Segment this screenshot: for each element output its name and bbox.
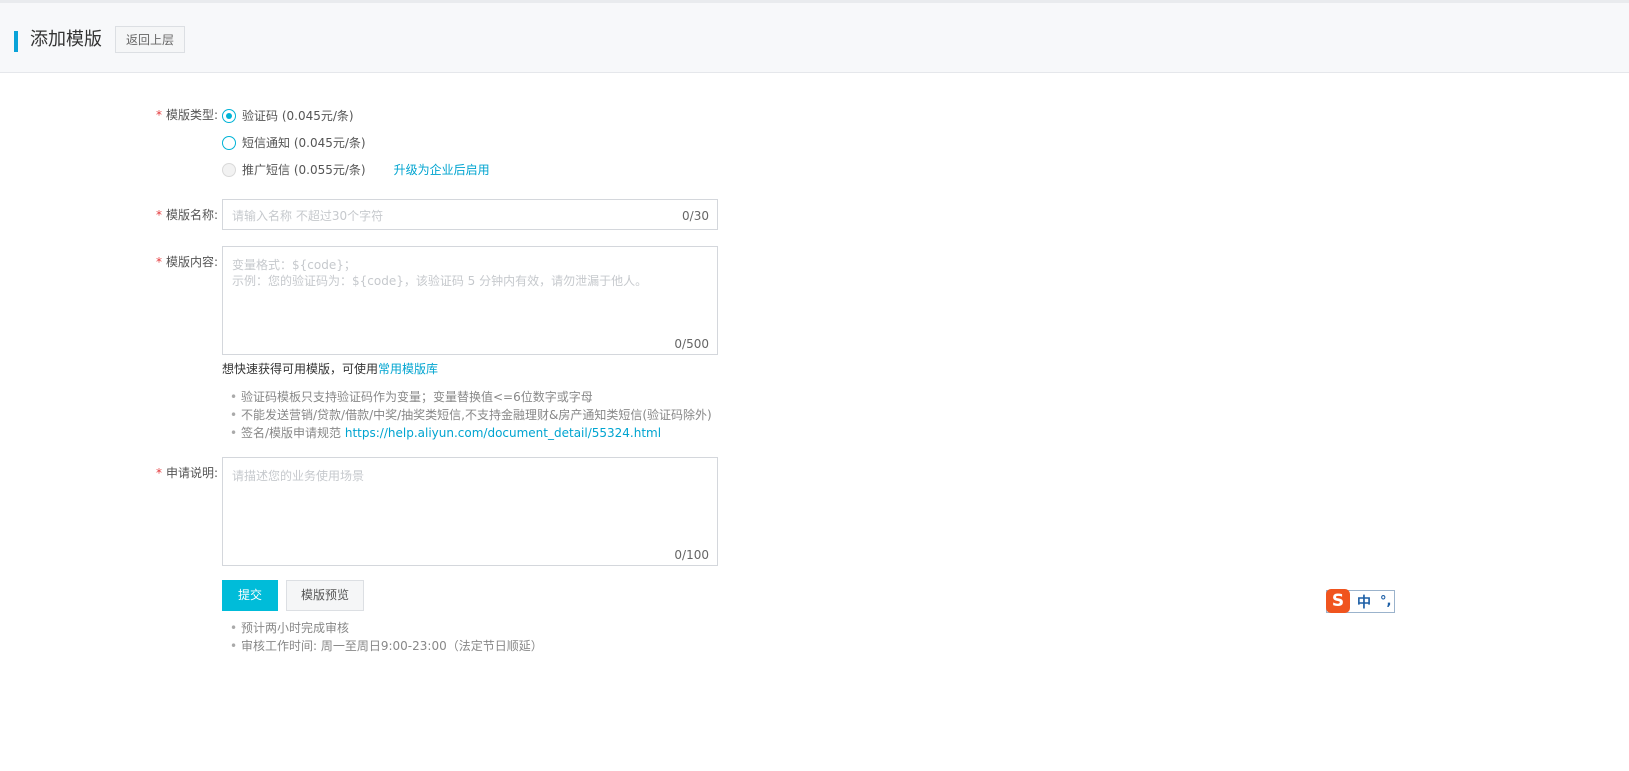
- name-label-text: 模版名称:: [166, 208, 219, 222]
- template-library-link[interactable]: 常用模版库: [378, 362, 438, 376]
- rule-doc-link[interactable]: https://help.aliyun.com/document_detail/…: [345, 426, 661, 440]
- radio-label: 短信通知 (0.045元/条): [242, 136, 366, 150]
- tip-item: 不能发送营销/贷款/借款/中奖/抽奖类短信,不支持金融理财&房产通知类短信(验证…: [230, 406, 712, 424]
- description-placeholder: 请描述您的业务使用场景: [232, 469, 365, 483]
- title-accent-bar: [14, 31, 18, 52]
- template-library-hint: 想快速获得可用模版，可使用常用模版库: [222, 361, 438, 377]
- required-mark: *: [156, 466, 162, 480]
- radio-checked-icon[interactable]: [222, 109, 236, 123]
- back-button[interactable]: 返回上层: [115, 26, 185, 53]
- content-placeholder-line1: 变量格式：${code}；: [232, 258, 356, 272]
- required-mark: *: [156, 208, 162, 222]
- required-mark: *: [156, 108, 162, 122]
- description-char-counter: 0/100: [674, 548, 709, 562]
- note-item: 预计两小时完成审核: [230, 619, 543, 637]
- name-placeholder: 请输入名称 不超过30个字符: [232, 209, 384, 223]
- tip-item: 验证码模板只支持验证码作为变量；变量替换值<=6位数字或字母: [230, 388, 712, 406]
- type-label: * 模版类型:: [156, 107, 218, 123]
- content-tips: 验证码模板只支持验证码作为变量；变量替换值<=6位数字或字母 不能发送营销/贷款…: [230, 388, 712, 442]
- radio-option-notification[interactable]: 短信通知 (0.045元/条): [222, 135, 366, 151]
- sogou-logo-icon[interactable]: S: [1326, 588, 1350, 613]
- description-label: * 申请说明:: [156, 465, 218, 481]
- radio-label: 推广短信 (0.055元/条): [242, 163, 366, 177]
- preview-button[interactable]: 模版预览: [286, 580, 364, 611]
- description-label-text: 申请说明:: [166, 466, 219, 480]
- description-textarea[interactable]: 请描述您的业务使用场景 0/100: [222, 457, 718, 566]
- radio-option-promotion: 推广短信 (0.055元/条) 升级为企业后启用: [222, 162, 490, 178]
- page-header: 添加模版 返回上层: [0, 3, 1629, 73]
- required-mark: *: [156, 255, 162, 269]
- review-notes: 预计两小时完成审核 审核工作时间: 周一至周日9:00-23:00（法定节日顺延…: [230, 619, 543, 655]
- type-label-text: 模版类型:: [166, 108, 219, 122]
- content-placeholder-line2: 示例：您的验证码为：${code}，该验证码 5 分钟内有效，请勿泄漏于他人。: [232, 274, 648, 288]
- note-item: 审核工作时间: 周一至周日9:00-23:00（法定节日顺延）: [230, 637, 543, 655]
- submit-button[interactable]: 提交: [222, 580, 278, 611]
- name-label: * 模版名称:: [156, 207, 218, 223]
- name-char-counter: 0/30: [682, 209, 709, 223]
- radio-option-verification[interactable]: 验证码 (0.045元/条): [222, 108, 354, 124]
- content-char-counter: 0/500: [674, 337, 709, 351]
- tip-rule-text: 签名/模版申请规范: [241, 426, 345, 440]
- upgrade-link[interactable]: 升级为企业后启用: [394, 162, 490, 178]
- ime-mode-indicator[interactable]: 中: [1357, 592, 1371, 612]
- ime-punctuation-indicator[interactable]: °,: [1380, 594, 1391, 609]
- content-textarea[interactable]: 变量格式：${code}； 示例：您的验证码为：${code}，该验证码 5 分…: [222, 246, 718, 355]
- content-label: * 模版内容:: [156, 254, 218, 270]
- tip-item: 签名/模版申请规范 https://help.aliyun.com/docume…: [230, 424, 712, 442]
- radio-unchecked-icon[interactable]: [222, 136, 236, 150]
- content-label-text: 模版内容:: [166, 255, 219, 269]
- library-hint-text: 想快速获得可用模版，可使用: [222, 362, 379, 376]
- name-input[interactable]: 请输入名称 不超过30个字符 0/30: [222, 199, 718, 230]
- radio-label: 验证码 (0.045元/条): [242, 109, 354, 123]
- radio-disabled-icon: [222, 163, 236, 177]
- page-title: 添加模版: [30, 29, 102, 50]
- ime-toolbar[interactable]: S 中 °,: [1326, 588, 1395, 613]
